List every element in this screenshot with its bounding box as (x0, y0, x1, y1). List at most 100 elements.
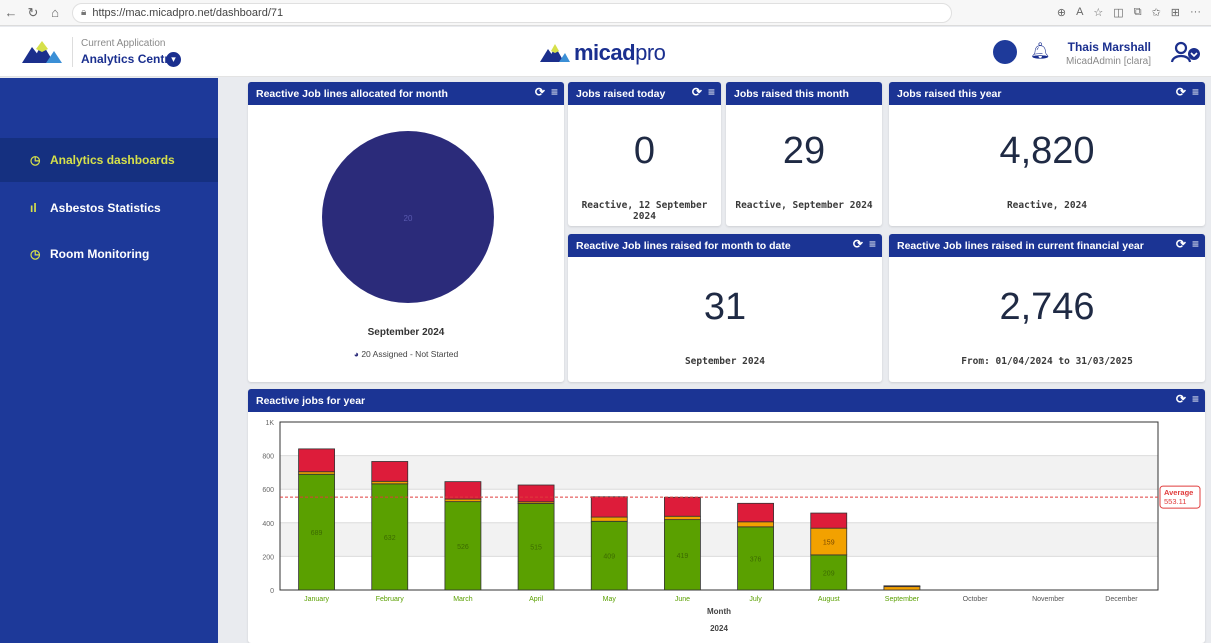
back-icon[interactable]: ← (0, 5, 22, 20)
widget-jobs-year: Jobs raised this year ⟳ ≡ 4,820 Reactive… (889, 82, 1205, 226)
y-tick-label: 600 (262, 487, 274, 494)
x-tick-label: July (749, 596, 762, 603)
address-bar[interactable]: 🔒︎ https://mac.micadpro.net/dashboard/71 (72, 2, 952, 23)
bell-icon[interactable]: 🔔︎ (1030, 41, 1050, 61)
bar-segment (444, 481, 482, 500)
y-tick-label: 0 (270, 588, 274, 595)
x-tick-label: April (529, 596, 543, 603)
split-icon[interactable]: ⧉ (1134, 6, 1142, 19)
refresh-icon[interactable]: ⟳ (692, 85, 702, 99)
home-icon[interactable]: ⌂ (44, 5, 66, 20)
widget-title: Reactive jobs for year (256, 394, 366, 407)
refresh-icon[interactable]: ⟳ (853, 237, 863, 251)
widget-title: Reactive Job lines allocated for month (256, 87, 448, 100)
lines-fy-caption: From: 01/04/2024 to 31/03/2025 (961, 356, 1133, 367)
bar-value-label: 526 (457, 544, 469, 551)
pie-chart: 20 (322, 131, 494, 303)
bar-segment (517, 484, 555, 503)
brand-name: micadpro (574, 40, 666, 65)
zoom-icon[interactable]: ⊕ (1057, 6, 1066, 19)
browser-toolbar: ← ↻ ⌂ 🔒︎ https://mac.micadpro.net/dashbo… (0, 0, 1211, 26)
widget-title: Reactive Job lines raised in current fin… (897, 239, 1144, 252)
lines-month-value: 31 (703, 286, 747, 328)
average-value: 553.11 (1164, 497, 1186, 506)
jobs-month-caption: Reactive, September 2024 (735, 200, 873, 211)
bar-segment (298, 448, 335, 473)
bar-segment (810, 512, 848, 529)
menu-icon[interactable]: ≡ (869, 237, 876, 251)
read-aloud-icon[interactable]: A (1076, 6, 1083, 19)
sidebar-item-analytics-dashboards[interactable]: ◷ Analytics dashboards (0, 138, 218, 182)
user-name[interactable]: Thais Marshall (1068, 40, 1151, 54)
widget-header: Jobs raised this year ⟳ ≡ (889, 82, 1205, 105)
y-tick-label: 400 (262, 521, 274, 528)
x-tick-label: January (304, 596, 329, 603)
favorites-bar-icon[interactable]: ✩ (1152, 6, 1161, 19)
more-icon[interactable]: ··· (1190, 6, 1201, 19)
bar-segment (737, 502, 774, 523)
lines-fy-value: 2,746 (999, 286, 1095, 328)
micad-logo-icon[interactable] (22, 39, 62, 65)
bar-chart: 0 200 400 600 800 1K 689 January 632 February 526 M… (262, 420, 1201, 633)
lines-month-caption: September 2024 (684, 356, 766, 367)
refresh-icon[interactable]: ⟳ (1176, 392, 1186, 406)
sidebar-item-asbestos-statistics[interactable]: ıl Asbestos Statistics (0, 186, 218, 230)
x-tick-label: February (376, 596, 405, 603)
menu-icon[interactable]: ≡ (708, 85, 715, 99)
x-tick-label: May (603, 596, 617, 603)
sidebar-item-label: Asbestos Statistics (50, 201, 161, 215)
refresh-icon[interactable]: ⟳ (1176, 85, 1186, 99)
widget-header: Jobs raised today ⟳ ≡ (568, 82, 721, 105)
bar-value-label: 515 (530, 545, 542, 552)
lock-icon: 🔒︎ (81, 7, 87, 18)
menu-icon[interactable]: ≡ (551, 85, 558, 99)
widget-title: Jobs raised today (576, 87, 666, 100)
refresh-icon[interactable]: ⟳ (1176, 237, 1186, 251)
url-text: https://mac.micadpro.net/dashboard/71 (92, 6, 284, 19)
y-tick-label: 800 (262, 454, 274, 461)
bar-segment (737, 521, 774, 528)
refresh-icon[interactable]: ↻ (22, 5, 44, 21)
average-label: Average (1164, 488, 1193, 497)
pie-legend-icon: ◕ (353, 349, 359, 359)
clock-icon: ◷ (30, 153, 41, 167)
widget-reactive-year: Reactive jobs for year ⟳ ≡ 0 200 400 600 800… (248, 389, 1205, 643)
grid-band (280, 455, 1158, 490)
y-tick-label: 1K (265, 420, 274, 427)
bar-segment (883, 585, 921, 588)
favorite-icon[interactable]: ☆ (1093, 6, 1103, 19)
bar-segment (664, 496, 701, 517)
chevron-down-icon[interactable]: ▾ (166, 52, 181, 67)
jobs-year-value: 4,820 (999, 130, 1095, 172)
sidebar-item-label: Analytics dashboards (50, 153, 175, 167)
refresh-icon[interactable]: ⟳ (535, 85, 545, 99)
brand-mark-icon (540, 44, 570, 62)
menu-icon[interactable]: ≡ (1192, 392, 1199, 406)
pie-caption: September 2024 (367, 327, 445, 338)
jobs-month-value: 29 (782, 130, 826, 172)
accessibility-icon[interactable] (993, 40, 1017, 64)
current-application-label: Current Application (81, 38, 166, 49)
x-tick-label: December (1105, 596, 1138, 603)
bar-segment (371, 461, 409, 482)
extensions-icon[interactable]: ◫ (1113, 6, 1123, 19)
grid-band (280, 522, 1158, 557)
x-tick-label: March (453, 596, 473, 603)
sidebar-item-room-monitoring[interactable]: ◷ Room Monitoring (0, 232, 218, 276)
user-role: MicadAdmin [clara] (1065, 56, 1151, 67)
x-axis-subtitle: 2024 (710, 624, 728, 633)
jobs-year-caption: Reactive, 2024 (1006, 200, 1088, 211)
user-menu-icon[interactable] (1170, 40, 1202, 64)
menu-icon[interactable]: ≡ (1192, 85, 1199, 99)
collections-icon[interactable]: ⊞ (1171, 6, 1180, 19)
current-application-name[interactable]: Analytics Centre (81, 52, 176, 66)
menu-icon[interactable]: ≡ (1192, 237, 1199, 251)
pie-legend[interactable]: ◕ 20 Assigned - Not Started (248, 349, 564, 359)
jobs-today-value: 0 (633, 130, 656, 172)
pie-slice-label: 20 (404, 214, 413, 223)
pie-legend-label: 20 Assigned - Not Started (361, 349, 459, 359)
x-tick-label: June (675, 596, 690, 603)
widget-title: Jobs raised this month (734, 87, 849, 100)
x-tick-label: October (963, 596, 989, 603)
widget-header: Jobs raised this month (726, 82, 882, 105)
